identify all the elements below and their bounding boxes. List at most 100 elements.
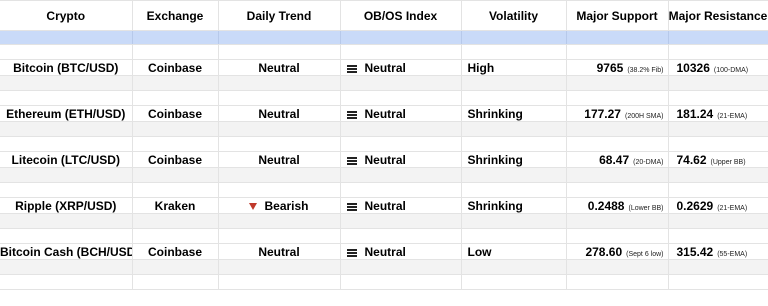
empty-cell[interactable] (218, 228, 341, 244)
band-cell[interactable] (340, 30, 462, 45)
empty-cell[interactable] (0, 75, 133, 91)
empty-cell[interactable] (668, 44, 768, 60)
empty-cell[interactable] (566, 44, 669, 60)
support-cell[interactable]: 9765 (38.2% Fib) (566, 59, 669, 76)
empty-cell[interactable] (340, 75, 462, 91)
obos-cell[interactable]: Neutral (340, 197, 462, 214)
empty-cell[interactable] (0, 44, 133, 60)
empty-cell[interactable] (218, 121, 341, 137)
empty-cell[interactable] (461, 136, 567, 152)
empty-cell[interactable] (461, 274, 567, 290)
empty-cell[interactable] (668, 182, 768, 198)
empty-cell[interactable] (566, 274, 669, 290)
empty-cell[interactable] (132, 121, 219, 137)
resistance-cell[interactable]: 10326 (100-DMA) (668, 59, 768, 76)
empty-cell[interactable] (340, 259, 462, 275)
obos-cell[interactable]: Neutral (340, 105, 462, 122)
volatility-cell[interactable]: Shrinking (461, 105, 567, 122)
exchange-cell[interactable]: Coinbase (132, 243, 219, 260)
empty-cell[interactable] (461, 75, 567, 91)
band-cell[interactable] (668, 30, 768, 45)
header-daily-trend[interactable]: Daily Trend (218, 0, 341, 31)
empty-cell[interactable] (668, 90, 768, 106)
empty-cell[interactable] (340, 121, 462, 137)
empty-cell[interactable] (340, 274, 462, 290)
exchange-cell[interactable]: Kraken (132, 197, 219, 214)
empty-cell[interactable] (0, 167, 133, 183)
empty-cell[interactable] (566, 182, 669, 198)
empty-cell[interactable] (668, 259, 768, 275)
empty-cell[interactable] (340, 182, 462, 198)
exchange-cell[interactable]: Coinbase (132, 59, 219, 76)
trend-cell[interactable]: Neutral (218, 151, 341, 168)
crypto-cell[interactable]: Bitcoin (BTC/USD) (0, 59, 133, 76)
empty-cell[interactable] (218, 259, 341, 275)
empty-cell[interactable] (218, 213, 341, 229)
empty-cell[interactable] (132, 44, 219, 60)
support-cell[interactable]: 0.2488 (Lower BB) (566, 197, 669, 214)
empty-cell[interactable] (566, 121, 669, 137)
empty-cell[interactable] (461, 167, 567, 183)
empty-cell[interactable] (132, 182, 219, 198)
empty-cell[interactable] (0, 121, 133, 137)
empty-cell[interactable] (566, 90, 669, 106)
header-major-support[interactable]: Major Support (566, 0, 669, 31)
header-major-resistance[interactable]: Major Resistance (668, 0, 768, 31)
support-cell[interactable]: 68.47 (20-DMA) (566, 151, 669, 168)
obos-cell[interactable]: Neutral (340, 151, 462, 168)
empty-cell[interactable] (461, 90, 567, 106)
resistance-cell[interactable]: 74.62 (Upper BB) (668, 151, 768, 168)
empty-cell[interactable] (566, 228, 669, 244)
empty-cell[interactable] (461, 121, 567, 137)
band-cell[interactable] (132, 30, 219, 45)
empty-cell[interactable] (132, 213, 219, 229)
band-cell[interactable] (461, 30, 567, 45)
crypto-cell[interactable]: Litecoin (LTC/USD) (0, 151, 133, 168)
empty-cell[interactable] (218, 274, 341, 290)
empty-cell[interactable] (461, 259, 567, 275)
empty-cell[interactable] (132, 90, 219, 106)
trend-cell[interactable]: Neutral (218, 243, 341, 260)
band-cell[interactable] (0, 30, 133, 45)
empty-cell[interactable] (340, 90, 462, 106)
empty-cell[interactable] (668, 213, 768, 229)
empty-cell[interactable] (340, 228, 462, 244)
empty-cell[interactable] (132, 136, 219, 152)
crypto-cell[interactable]: Ethereum (ETH/USD) (0, 105, 133, 122)
obos-cell[interactable]: Neutral (340, 59, 462, 76)
empty-cell[interactable] (0, 228, 133, 244)
empty-cell[interactable] (0, 213, 133, 229)
empty-cell[interactable] (668, 121, 768, 137)
volatility-cell[interactable]: Shrinking (461, 151, 567, 168)
empty-cell[interactable] (218, 44, 341, 60)
empty-cell[interactable] (461, 213, 567, 229)
crypto-cell[interactable]: Bitcoin Cash (BCH/USD) (0, 243, 133, 260)
empty-cell[interactable] (0, 136, 133, 152)
support-cell[interactable]: 278.60 (Sept 6 low) (566, 243, 669, 260)
empty-cell[interactable] (340, 136, 462, 152)
empty-cell[interactable] (218, 182, 341, 198)
empty-cell[interactable] (566, 167, 669, 183)
empty-cell[interactable] (668, 274, 768, 290)
empty-cell[interactable] (461, 228, 567, 244)
empty-cell[interactable] (0, 182, 133, 198)
empty-cell[interactable] (461, 44, 567, 60)
empty-cell[interactable] (132, 274, 219, 290)
empty-cell[interactable] (132, 167, 219, 183)
empty-cell[interactable] (566, 75, 669, 91)
empty-cell[interactable] (340, 44, 462, 60)
empty-cell[interactable] (218, 167, 341, 183)
volatility-cell[interactable]: Low (461, 243, 567, 260)
empty-cell[interactable] (668, 136, 768, 152)
empty-cell[interactable] (132, 75, 219, 91)
crypto-cell[interactable]: Ripple (XRP/USD) (0, 197, 133, 214)
header-crypto[interactable]: Crypto (0, 0, 133, 31)
empty-cell[interactable] (668, 167, 768, 183)
band-cell[interactable] (566, 30, 669, 45)
empty-cell[interactable] (0, 90, 133, 106)
resistance-cell[interactable]: 315.42 (55-EMA) (668, 243, 768, 260)
empty-cell[interactable] (566, 213, 669, 229)
header-obos-index[interactable]: OB/OS Index (340, 0, 462, 31)
empty-cell[interactable] (218, 90, 341, 106)
volatility-cell[interactable]: High (461, 59, 567, 76)
